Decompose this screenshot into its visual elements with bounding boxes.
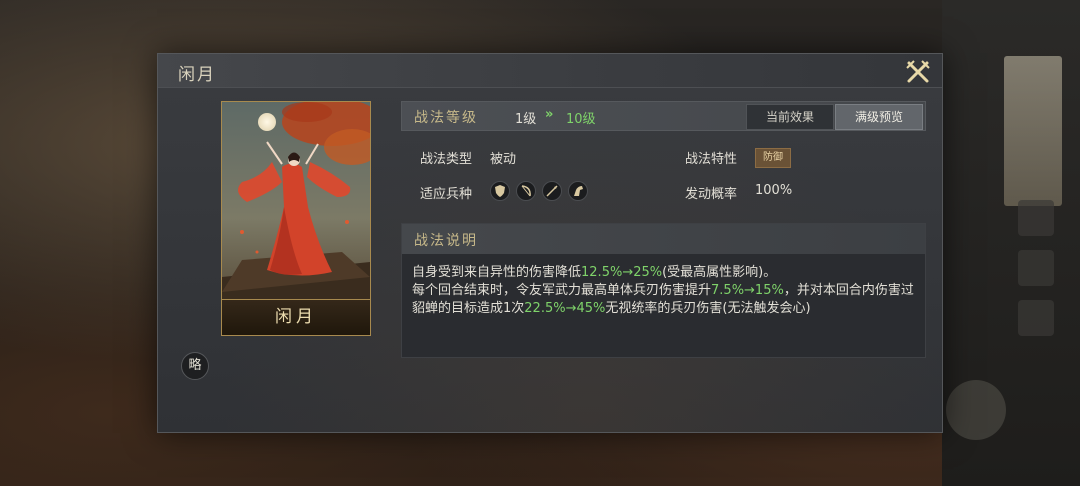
trigger-chance-value: 100% <box>755 183 793 198</box>
tab-max-level-preview[interactable]: 满级预览 <box>835 104 923 130</box>
skill-type-value: 被动 <box>490 152 517 167</box>
background-button <box>1018 300 1054 336</box>
description-label: 战法说明 <box>414 233 478 249</box>
level-label: 战法等级 <box>414 110 478 126</box>
background-orb <box>946 380 1006 440</box>
tab-current-effect[interactable]: 当前效果 <box>746 104 834 130</box>
background-button <box>1018 200 1054 236</box>
card-name-bar: 闲月 <box>222 299 370 335</box>
skill-type-label: 战法类型 <box>420 152 473 167</box>
level-to: 10级 <box>566 112 596 127</box>
description-text: 自身受到来自异性的伤害降低12.5%→25%(受最高属性影响)。 每个回合结束时… <box>412 265 914 316</box>
strategy-button[interactable]: 略 <box>181 352 209 380</box>
skill-level-bar: 战法等级 1级 » 10级 当前效果 满级预览 <box>401 101 926 131</box>
double-arrow-icon: » <box>545 107 554 122</box>
dialog-title: 闲月 <box>178 65 216 85</box>
skill-trait-label: 战法特性 <box>685 152 738 167</box>
skill-detail-dialog: 闲月 闲月 略 战法等级 1级 » 10级 当前效果 满级预览 战法类型 被动 … <box>157 53 943 433</box>
hero-card[interactable]: 闲月 <box>221 101 371 336</box>
background-button <box>1018 250 1054 286</box>
background-banner <box>1004 56 1062 206</box>
spear-unit-icon <box>542 181 562 201</box>
level-from: 1级 <box>515 112 537 127</box>
description-header: 战法说明 <box>402 224 925 254</box>
horse-unit-icon <box>568 181 588 201</box>
crossed-swords-close-icon <box>906 60 930 83</box>
trigger-chance-label: 发动概率 <box>685 187 738 202</box>
skill-description-panel: 战法说明 自身受到来自异性的伤害降低12.5%→25%(受最高属性影响)。 每个… <box>401 223 926 358</box>
close-button[interactable] <box>904 58 932 86</box>
skill-trait-badge: 防御 <box>755 148 791 168</box>
hero-name: 闲月 <box>275 307 317 327</box>
dialog-header: 闲月 <box>158 54 942 88</box>
unit-types-label: 适应兵种 <box>420 187 473 202</box>
bow-unit-icon <box>516 181 536 201</box>
shield-unit-icon <box>490 181 510 201</box>
